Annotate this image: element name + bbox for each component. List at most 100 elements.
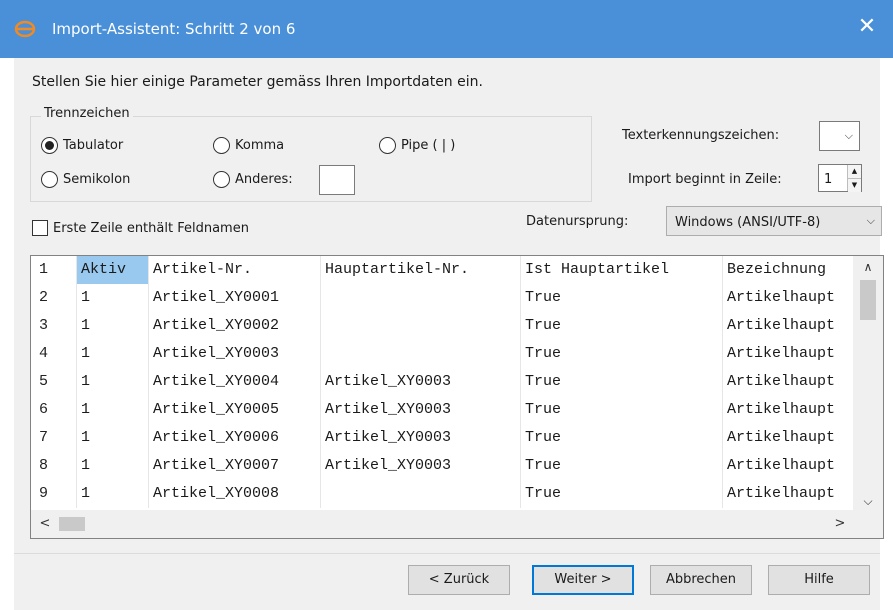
table-cell[interactable] <box>321 340 521 368</box>
radio-indicator <box>41 137 58 154</box>
radio-label: Tabulator <box>63 138 124 153</box>
chevron-down-icon: ⌵ <box>844 129 853 142</box>
table-cell[interactable]: Ist Hauptartikel <box>521 256 723 284</box>
table-cell[interactable]: Aktiv <box>77 256 149 284</box>
radio-tabulator[interactable]: Tabulator <box>41 137 123 154</box>
radio-anderes[interactable]: Anderes: <box>213 171 293 188</box>
table-cell[interactable]: 1 <box>77 396 149 424</box>
table-cell[interactable]: True <box>521 396 723 424</box>
table-cell[interactable]: Artikel_XY0003 <box>321 452 521 480</box>
help-button[interactable]: Hilfe <box>768 565 870 595</box>
stepper-up-icon[interactable]: ▲ <box>848 165 861 179</box>
window-title: Import-Assistent: Schritt 2 von 6 <box>52 20 296 38</box>
next-button[interactable]: Weiter > <box>532 565 634 595</box>
table-cell[interactable]: 1 <box>77 340 149 368</box>
start-row-stepper[interactable]: 1 ▲ ▼ <box>818 164 862 192</box>
table-cell[interactable]: Artikelhaupt <box>723 396 854 424</box>
row-number: 2 <box>31 284 77 312</box>
table-cell[interactable]: Bezeichnung <box>723 256 854 284</box>
table-cell[interactable]: 1 <box>77 368 149 396</box>
table-cell[interactable]: Artikel_XY0001 <box>149 284 321 312</box>
radio-komma[interactable]: Komma <box>213 137 284 154</box>
table-cell[interactable] <box>321 480 521 508</box>
scroll-right-icon[interactable]: > <box>828 510 852 538</box>
data-origin-value: Windows (ANSI/UTF-8) <box>675 215 821 230</box>
table-cell[interactable]: 1 <box>77 312 149 340</box>
table-cell[interactable] <box>321 312 521 340</box>
table-cell[interactable]: Artikelhaupt <box>723 368 854 396</box>
table-cell[interactable] <box>321 284 521 312</box>
table-cell[interactable]: Artikel-Nr. <box>149 256 321 284</box>
radio-label: Anderes: <box>235 172 293 187</box>
table-cell[interactable]: 1 <box>77 284 149 312</box>
scroll-thumb[interactable] <box>59 517 85 531</box>
table-cell[interactable]: True <box>521 452 723 480</box>
table-cell[interactable]: Artikelhaupt <box>723 284 854 312</box>
table-row: 2 1 Artikel_XY0001 True Artikelhaupt <box>31 284 854 312</box>
title-bar: Import-Assistent: Schritt 2 von 6 ✕ <box>0 0 893 58</box>
radio-pipe[interactable]: Pipe ( | ) <box>379 137 455 154</box>
start-row-label: Import beginnt in Zeile: <box>628 172 782 187</box>
radio-indicator <box>213 137 230 154</box>
table-cell[interactable]: True <box>521 340 723 368</box>
table-cell[interactable]: Artikel_XY0007 <box>149 452 321 480</box>
table-cell[interactable]: True <box>521 284 723 312</box>
scroll-thumb[interactable] <box>860 280 876 320</box>
data-origin-select[interactable]: Windows (ANSI/UTF-8) ⌵ <box>666 206 882 236</box>
row-number: 1 <box>31 256 77 284</box>
row-number: 3 <box>31 312 77 340</box>
text-qualifier-select[interactable]: ⌵ <box>819 121 860 151</box>
data-origin-label: Datenursprung: <box>526 214 629 229</box>
close-icon[interactable]: ✕ <box>855 15 879 39</box>
table-row: 8 1 Artikel_XY0007 Artikel_XY0003 True Artike… <box>31 452 854 480</box>
table-cell[interactable]: Artikel_XY0003 <box>321 424 521 452</box>
table-row: 1 Aktiv Artikel-Nr. Hauptartikel-Nr. Ist Hau… <box>31 256 854 284</box>
table-cell[interactable]: 1 <box>77 480 149 508</box>
scroll-down-icon[interactable]: ⌵ <box>853 490 883 512</box>
table-cell[interactable]: Hauptartikel-Nr. <box>321 256 521 284</box>
radio-semikolon[interactable]: Semikolon <box>41 171 130 188</box>
table-cell[interactable]: Artikel_XY0005 <box>149 396 321 424</box>
table-cell[interactable]: Artikelhaupt <box>723 480 854 508</box>
table-cell[interactable]: 1 <box>77 424 149 452</box>
table-cell[interactable]: Artikel_XY0006 <box>149 424 321 452</box>
stepper-down-icon[interactable]: ▼ <box>848 179 861 192</box>
preview-grid-body: 1 Aktiv Artikel-Nr. Hauptartikel-Nr. Ist Hau… <box>31 256 854 512</box>
table-cell[interactable]: True <box>521 368 723 396</box>
footer-divider <box>14 553 880 554</box>
table-cell[interactable]: Artikelhaupt <box>723 340 854 368</box>
table-cell[interactable]: Artikelhaupt <box>723 452 854 480</box>
preview-grid[interactable]: 1 Aktiv Artikel-Nr. Hauptartikel-Nr. Ist Hau… <box>30 255 884 539</box>
radio-indicator <box>41 171 58 188</box>
table-cell[interactable]: True <box>521 312 723 340</box>
table-row: 5 1 Artikel_XY0004 Artikel_XY0003 True Artike… <box>31 368 854 396</box>
separator-group: Trennzeichen Tabulator Komma Pipe ( | ) … <box>30 106 592 202</box>
radio-indicator <box>379 137 396 154</box>
table-cell[interactable]: Artikelhaupt <box>723 312 854 340</box>
horizontal-scrollbar[interactable]: < > <box>31 510 854 538</box>
other-separator-input[interactable] <box>319 165 355 195</box>
row-number: 5 <box>31 368 77 396</box>
radio-label: Semikolon <box>63 172 131 187</box>
table-cell[interactable]: Artikel_XY0003 <box>321 396 521 424</box>
cancel-button[interactable]: Abbrechen <box>650 565 752 595</box>
back-button[interactable]: < Zurück <box>408 565 510 595</box>
table-cell[interactable]: Artikel_XY0008 <box>149 480 321 508</box>
table-cell[interactable]: Artikel_XY0003 <box>149 340 321 368</box>
radio-indicator <box>213 171 230 188</box>
first-row-header-checkbox[interactable]: Erste Zeile enthält Feldnamen <box>32 220 249 236</box>
table-cell[interactable]: Artikelhaupt <box>723 424 854 452</box>
table-cell[interactable]: Artikel_XY0002 <box>149 312 321 340</box>
table-cell[interactable]: 1 <box>77 452 149 480</box>
scroll-left-icon[interactable]: < <box>33 510 57 538</box>
table-cell[interactable]: Artikel_XY0004 <box>149 368 321 396</box>
table-cell[interactable]: True <box>521 480 723 508</box>
table-cell[interactable]: True <box>521 424 723 452</box>
vertical-scrollbar[interactable]: ∧ ⌵ <box>853 256 883 512</box>
table-cell[interactable]: Artikel_XY0003 <box>321 368 521 396</box>
row-number: 9 <box>31 480 77 508</box>
scroll-up-icon[interactable]: ∧ <box>853 256 883 278</box>
instruction-text: Stellen Sie hier einige Parameter gemäss… <box>32 74 483 90</box>
dialog-body: Stellen Sie hier einige Parameter gemäss… <box>14 58 884 610</box>
table-row: 7 1 Artikel_XY0006 Artikel_XY0003 True Artike… <box>31 424 854 452</box>
